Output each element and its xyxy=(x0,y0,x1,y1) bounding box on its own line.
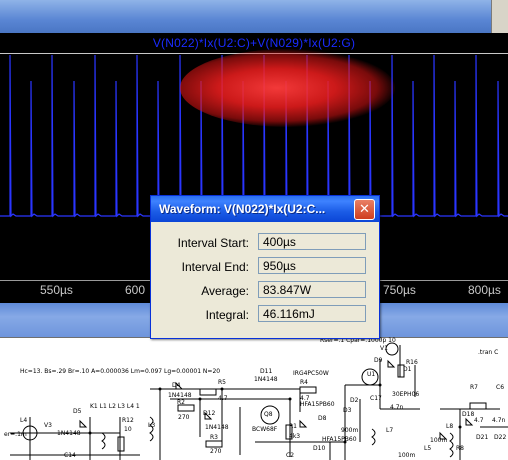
c6-value: 4.7n xyxy=(492,417,506,424)
r2-label[interactable]: R2 xyxy=(177,399,185,406)
schematic-view[interactable]: Rser=.1 Cpar=.1000p 10 .tran C Hc=13. Bs… xyxy=(0,337,508,460)
igbt-part: IRG4PC50W xyxy=(293,370,329,377)
plot-trace-title[interactable]: V(N022)*Ix(U2:C)+V(N029)*Ix(U2:G) xyxy=(0,36,508,50)
average-label: Average: xyxy=(201,284,249,298)
d2-label[interactable]: D2 xyxy=(350,397,358,404)
d5-part: 1N4148 xyxy=(57,430,81,437)
interval-start-label: Interval Start: xyxy=(177,236,249,250)
r16-label[interactable]: R16 xyxy=(406,359,418,366)
r7-label[interactable]: R7 xyxy=(470,384,478,391)
d1-label[interactable]: D1 xyxy=(403,366,411,373)
d1-part: 30EPH06 xyxy=(392,391,420,398)
c6-label[interactable]: C6 xyxy=(496,384,504,391)
r8-label[interactable]: R8 xyxy=(456,445,464,452)
plot-title-divider xyxy=(0,53,508,54)
d12-part: 1N4148 xyxy=(205,424,229,431)
x-tick-label: 600 xyxy=(125,283,146,297)
integral-row: Integral: 46.116mJ xyxy=(151,304,379,326)
d8-part: HFA15PB60 xyxy=(322,436,357,443)
d8-label[interactable]: D8 xyxy=(318,415,326,422)
q8-part: BCW68F xyxy=(252,426,278,433)
r5-label[interactable]: R5 xyxy=(218,379,226,386)
l8-label[interactable]: L8 xyxy=(446,423,453,430)
waveform-trace[interactable] xyxy=(0,54,508,218)
interval-start-value[interactable]: 400µs xyxy=(258,233,366,250)
r1-value: 4k3 xyxy=(289,433,301,440)
v1-label[interactable]: V1 xyxy=(380,345,388,352)
dialog-title: Waveform: V(N022)*Ix(U2:C... xyxy=(159,202,326,216)
interval-end-row: Interval End: 950µs xyxy=(151,256,379,278)
d18-label[interactable]: D18 xyxy=(462,411,474,418)
d10-label[interactable]: D10 xyxy=(313,445,325,452)
close-icon: ✕ xyxy=(359,202,370,217)
integral-value[interactable]: 46.116mJ xyxy=(258,305,366,322)
r12-label[interactable]: R12 xyxy=(122,417,134,424)
x-tick-label: 800µs xyxy=(468,283,501,297)
dialog-titlebar[interactable]: Waveform: V(N022)*Ix(U2:C... ✕ xyxy=(151,196,379,222)
d12-label[interactable]: D12 xyxy=(203,410,215,417)
d5-label[interactable]: D5 xyxy=(73,408,81,415)
r2-value: 270 xyxy=(178,414,190,421)
l3-label[interactable]: L3 xyxy=(148,422,155,429)
d22-label[interactable]: D22 xyxy=(494,434,506,441)
d4-part: 1N4148 xyxy=(168,392,192,399)
window-top-frame xyxy=(0,0,508,33)
r7-value: 4.7 xyxy=(474,417,484,424)
d9-label[interactable]: D9 xyxy=(374,357,382,364)
core-spec-directive[interactable]: Hc=13. Bs=.29 Br=.10 A=0.000036 Lm=0.097… xyxy=(20,368,220,375)
d3-part: HFA15PB60 xyxy=(300,401,335,408)
d21-label[interactable]: D21 xyxy=(476,434,488,441)
l5-value: 100m xyxy=(398,452,416,459)
l7-value: 900m xyxy=(341,427,359,434)
x-tick-label: 550µs xyxy=(40,283,73,297)
integral-label: Integral: xyxy=(205,308,249,322)
c17-label[interactable]: C17 xyxy=(370,395,382,402)
interval-end-label: Interval End: xyxy=(181,260,249,274)
r5-value: 4.7 xyxy=(218,395,228,402)
average-row: Average: 83.847W xyxy=(151,280,379,302)
r4-label[interactable]: R4 xyxy=(300,379,308,386)
tran-directive[interactable]: .tran C xyxy=(478,349,498,356)
close-button[interactable]: ✕ xyxy=(354,199,375,220)
c17-value: 4.7n xyxy=(390,404,404,411)
window-scroll-edge[interactable] xyxy=(491,0,508,33)
waveform-dialog[interactable]: Waveform: V(N022)*Ix(U2:C... ✕ Interval … xyxy=(150,195,380,339)
c2-label[interactable]: C2 xyxy=(286,452,294,459)
r12-value: 10 xyxy=(124,426,132,433)
coupling-directive[interactable]: K1 L1 L2 L3 L4 1 xyxy=(90,403,140,410)
l7-label[interactable]: L7 xyxy=(386,427,393,434)
average-value[interactable]: 83.847W xyxy=(258,281,366,298)
c14-label[interactable]: C14 xyxy=(64,452,76,459)
r1-label[interactable]: R1 xyxy=(289,423,297,430)
l8-value: 100m xyxy=(430,437,448,444)
d3-label[interactable]: D3 xyxy=(343,407,351,414)
d11-part: 1N4148 xyxy=(254,376,278,383)
v3-label[interactable]: V3 xyxy=(44,422,52,429)
r3-value: 270 xyxy=(210,448,222,455)
d11-label[interactable]: D11 xyxy=(260,368,272,375)
r3-label[interactable]: R3 xyxy=(210,434,218,441)
l4-label[interactable]: L4 xyxy=(20,417,27,424)
lm-label: er=.1m xyxy=(4,431,27,438)
interval-end-value[interactable]: 950µs xyxy=(258,257,366,274)
q8-label[interactable]: Q8 xyxy=(264,411,273,418)
interval-start-row: Interval Start: 400µs xyxy=(151,232,379,254)
u1-label[interactable]: U1 xyxy=(367,371,375,378)
l5-label[interactable]: L5 xyxy=(424,445,431,452)
d4-label[interactable]: D4 xyxy=(172,382,180,389)
x-tick-label: 750µs xyxy=(383,283,416,297)
